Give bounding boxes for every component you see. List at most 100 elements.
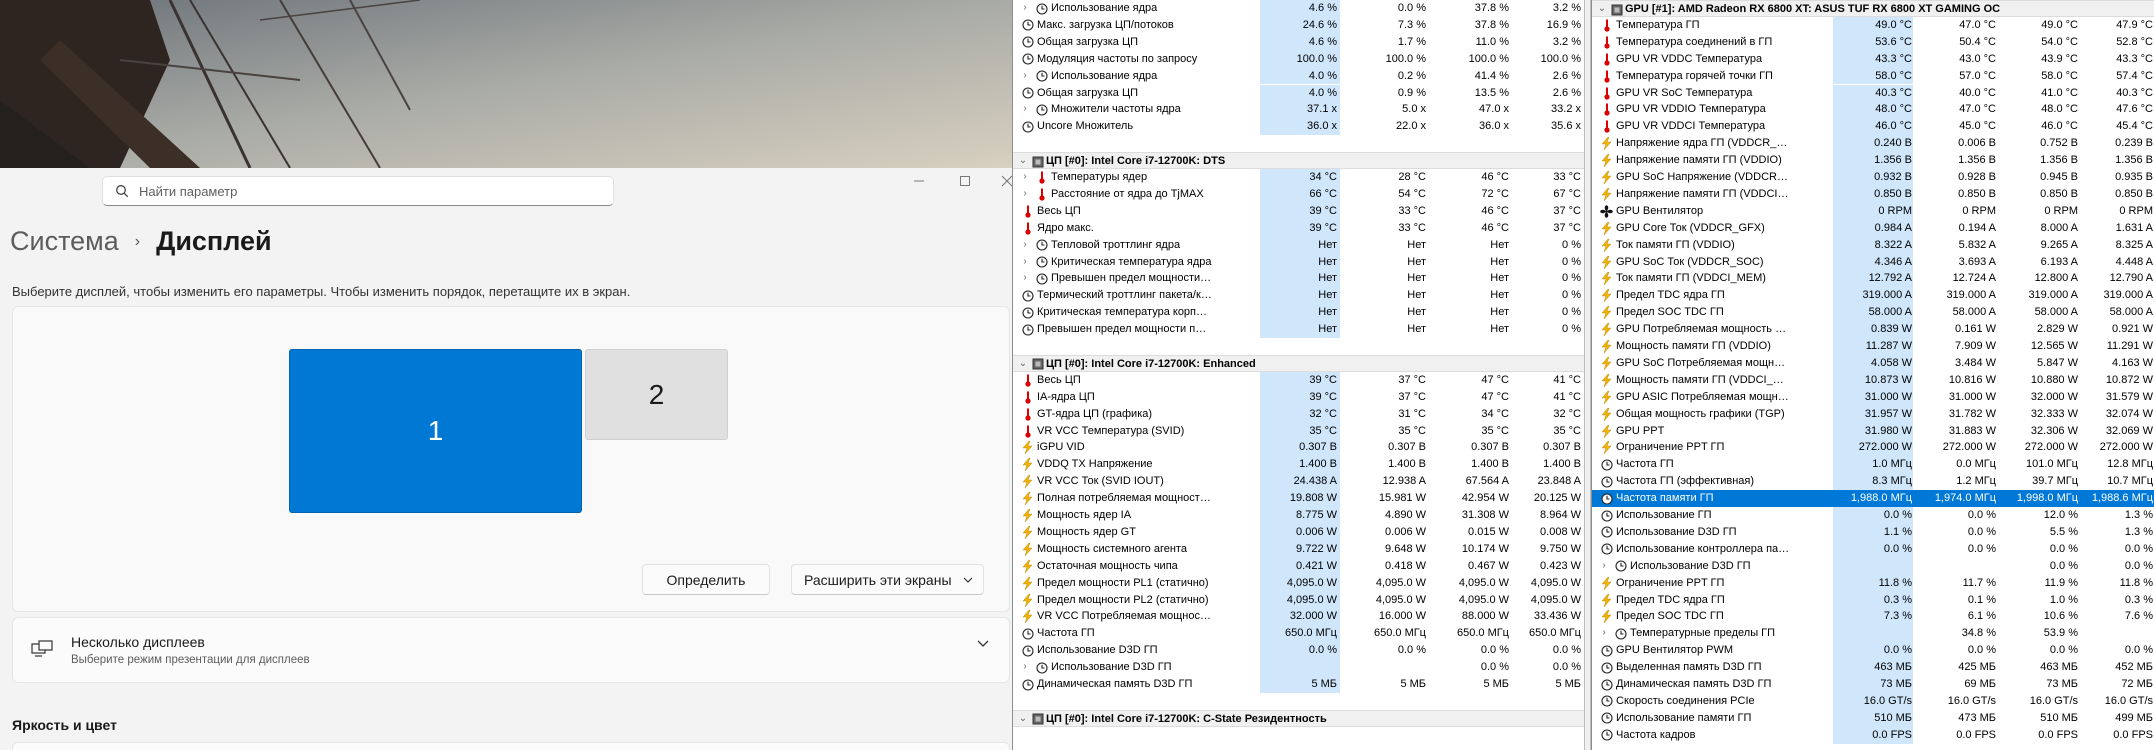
sensor-row[interactable]: GPU SoC Ток (VDDCR_SOC) 4.346 A 3.693 A 6.1… bbox=[1592, 253, 2154, 271]
sensor-row[interactable]: Частота ГП 650.0 МГц 650.0 МГц 650.0 МГц 650… bbox=[1013, 625, 1584, 643]
sensor-row[interactable]: Использование контроллера памят... 0.0 % 0… bbox=[1592, 540, 2154, 558]
sensor-row[interactable]: Частота ГП 1.0 МГц 0.0 МГц 101.0 МГц 12.8 МГ… bbox=[1592, 456, 2154, 474]
expand-chevron-icon[interactable]: › bbox=[1019, 187, 1031, 201]
sensor-row[interactable]: Мощность ядер GT 0.006 W 0.006 W 0.015 W 0.0… bbox=[1013, 523, 1584, 541]
pane-splitter[interactable] bbox=[1584, 0, 1591, 750]
sensor-row[interactable]: GPU Core Ток (VDDCR_GFX) 0.984 A 0.194 A 8.… bbox=[1592, 219, 2154, 237]
sensor-row[interactable]: Мощность памяти ГП (VDDIO) 11.287 W 7.909 … bbox=[1592, 338, 2154, 355]
sensor-row[interactable]: Предел SOC TDC ГП 7.3 % 6.1 % 10.6 % 7.6 % bbox=[1592, 608, 2154, 626]
sensor-row[interactable]: Общая загрузка ЦП 4.0 % 0.9 % 13.5 % 2.6 % bbox=[1013, 84, 1584, 102]
sensor-row[interactable]: VR VCC Потребляемая мощность (SVI... 32.0… bbox=[1013, 608, 1584, 626]
sensor-row[interactable]: Uncore Множитель 36.0 x 22.0 x 36.0 x 35.6 x bbox=[1013, 118, 1584, 136]
sensor-row[interactable]: Динамическая память D3D ГП 5 МБ 5 МБ 5 МБ 5 … bbox=[1013, 676, 1584, 693]
sensor-row[interactable]: IA-ядра ЦП 39 °C 37 °C 47 °C 41 °C bbox=[1013, 388, 1584, 406]
sensor-group-header[interactable]: ⌄ ЦП [#0]: Intel Core i7-12700K: C-State … bbox=[1013, 709, 1584, 727]
sensor-row[interactable]: Температура горячей точки ГП 58.0 °C 57.0 … bbox=[1592, 67, 2154, 85]
sensor-row[interactable]: › Использование ядра 4.0 % 0.2 % 41.4 % 2.6 % bbox=[1013, 67, 1584, 85]
collapse-chevron-icon[interactable]: ⌄ bbox=[1596, 2, 1608, 16]
sensor-row[interactable]: › Множители частоты ядра 37.1 x 5.0 x 47.0 x… bbox=[1013, 101, 1584, 119]
sensor-row[interactable]: Напряжение ядра ГП (VDDCR_GFX) 0.240 В 0.0… bbox=[1592, 135, 2154, 153]
collapse-chevron-icon[interactable]: ⌄ bbox=[1017, 154, 1029, 168]
sensor-row[interactable]: VR VCC Температура (SVID) 35 °C 35 °C 35 °C… bbox=[1013, 422, 1584, 440]
collapse-chevron-icon[interactable]: ⌄ bbox=[1017, 712, 1029, 726]
sensor-row[interactable]: VR VCC Ток (SVID IOUT) 24.438 A 12.938 A 67… bbox=[1013, 473, 1584, 491]
sensor-row[interactable]: Остаточная мощность чипа 0.421 W 0.418 W 0.… bbox=[1013, 557, 1584, 575]
sensor-row[interactable]: GPU VR SoC Температура 40.3 °C 40.0 °C 41.0… bbox=[1592, 84, 2154, 102]
sensor-row[interactable]: Весь ЦП 39 °C 37 °C 47 °C 41 °C bbox=[1013, 371, 1584, 389]
sensor-row[interactable]: Использование D3D ГП 0.0 % 0.0 % 0.0 % 0.0 % bbox=[1013, 642, 1584, 660]
sensor-row[interactable]: Модуляция частоты по запросу 100.0 % 100.0… bbox=[1013, 50, 1584, 68]
sensor-row[interactable]: iGPU VID 0.307 В 0.307 В 0.307 В 0.307 В bbox=[1013, 439, 1584, 457]
expand-chevron-icon[interactable]: › bbox=[1019, 102, 1031, 116]
search-input[interactable]: Найти параметр bbox=[102, 176, 614, 206]
sensor-row[interactable]: Общая мощность графики (TGP) 31.957 W 31.7… bbox=[1592, 405, 2154, 423]
sensor-group-header[interactable]: ⌄ ЦП [#0]: Intel Core i7-12700K: Enhanced bbox=[1013, 354, 1584, 372]
sensor-row[interactable]: Предел SOC TDC ГП 58.000 A 58.000 A 58.000 … bbox=[1592, 304, 2154, 322]
sensor-row[interactable]: Весь ЦП 39 °C 33 °C 46 °C 37 °C bbox=[1013, 202, 1584, 220]
brightness-card[interactable] bbox=[12, 742, 1010, 750]
close-icon[interactable] bbox=[1000, 174, 1012, 192]
sensor-row[interactable]: Ядро макс. 39 °C 33 °C 46 °C 37 °C bbox=[1013, 219, 1584, 237]
sensor-row[interactable]: Напряжение памяти ГП (VDDIO) 1.356 В 1.356… bbox=[1592, 152, 2154, 169]
maximize-icon[interactable] bbox=[956, 174, 974, 192]
sensor-row[interactable]: Предел TDC ядра ГП 319.000 A 319.000 A 319.… bbox=[1592, 287, 2154, 305]
sensor-row[interactable]: Предел мощности PL2 (статично) 4,095.0 W 4… bbox=[1013, 591, 1584, 609]
sensor-row[interactable]: Использование памяти ГП 510 МБ 473 МБ 510 М… bbox=[1592, 709, 2154, 727]
sensor-row[interactable]: › Использование ядра 4.6 % 0.0 % 37.8 % 3.2 % bbox=[1013, 0, 1584, 17]
sensor-row[interactable]: › Температурные пределы ГП 34.8 % 53.9 % bbox=[1592, 625, 2154, 643]
sensor-row[interactable]: Мощность памяти ГП (VDDCI_MEM) 10.873 W 10… bbox=[1592, 371, 2154, 389]
sensor-row[interactable]: GPU VR VDDCI Температура 46.0 °C 45.0 °C 46… bbox=[1592, 118, 2154, 136]
sensor-row[interactable]: Ограничение PPT ГП 272.000 W 272.000 W 272.… bbox=[1592, 439, 2154, 457]
expand-chevron-icon[interactable]: › bbox=[1019, 170, 1031, 184]
sensor-row[interactable]: Частота ГП (эффективная) 8.3 МГц 1.2 МГц 39… bbox=[1592, 473, 2154, 491]
sensor-row[interactable]: › Использование D3D ГП 0.0 % 0.0 % bbox=[1592, 557, 2154, 575]
sensor-row[interactable]: GT-ядра ЦП (графика) 32 °C 31 °C 34 °C 32 °C bbox=[1013, 405, 1584, 423]
identify-button[interactable]: Определить bbox=[642, 564, 770, 595]
sensor-row[interactable]: GPU SoC Напряжение (VDDCR_SOC) 0.932 В 0.9… bbox=[1592, 169, 2154, 186]
sensor-row[interactable]: GPU Вентилятор 0 RPM 0 RPM 0 RPM 0 RPM bbox=[1592, 202, 2154, 220]
sensor-row[interactable]: › Превышен предел мощности ядра Нет Нет Нет 0… bbox=[1013, 270, 1584, 288]
sensor-row[interactable]: Мощность системного агента 9.722 W 9.648 W… bbox=[1013, 540, 1584, 558]
sensor-row[interactable]: Ограничение PPT ГП 11.8 % 11.7 % 11.9 % 11.8… bbox=[1592, 574, 2154, 592]
sensor-row[interactable]: › Расстояние от ядра до TjMAX 66 °C 54 °C 72… bbox=[1013, 185, 1584, 203]
sensor-row[interactable]: › Использование D3D ГП 0.0 % 0.0 % bbox=[1013, 659, 1584, 677]
sensor-row[interactable]: › Критическая температура ядра Нет Нет Нет 0 … bbox=[1013, 253, 1584, 271]
expand-chevron-icon[interactable]: › bbox=[1598, 626, 1610, 640]
sensor-row[interactable]: GPU PPT 31.980 W 31.883 W 32.306 W 32.069 W bbox=[1592, 422, 2154, 440]
sensor-row[interactable]: Использование ГП 0.0 % 0.0 % 12.0 % 1.3 % bbox=[1592, 507, 2154, 524]
sensor-row[interactable]: GPU SoC Потребляемая мощность (... 4.058 … bbox=[1592, 354, 2154, 372]
sensor-row[interactable]: Частота кадров 0.0 FPS 0.0 FPS 0.0 FPS 0.0 F… bbox=[1592, 726, 2154, 744]
expand-chevron-icon[interactable]: › bbox=[1019, 1, 1031, 15]
sensor-row[interactable]: Температура ГП 49.0 °C 47.0 °C 49.0 °C 47.9 … bbox=[1592, 16, 2154, 34]
sensor-row[interactable]: › Температуры ядер 34 °C 28 °C 46 °C 33 °C bbox=[1013, 169, 1584, 186]
sensor-row[interactable]: Макс. загрузка ЦП/потоков 24.6 % 7.3 % 37.8… bbox=[1013, 16, 1584, 34]
sensor-row[interactable]: Предел TDC ядра ГП 0.3 % 0.1 % 1.0 % 0.3 % bbox=[1592, 591, 2154, 609]
sensor-group-header[interactable]: ⌄ ЦП [#0]: Intel Core i7-12700K: DTS bbox=[1013, 152, 1584, 169]
sensor-row[interactable]: Общая загрузка ЦП 4.6 % 1.7 % 11.0 % 3.2 % bbox=[1013, 33, 1584, 51]
breadcrumb-parent[interactable]: Система bbox=[10, 226, 119, 257]
extend-displays-dropdown[interactable]: Расширить эти экраны bbox=[791, 564, 984, 595]
expand-chevron-icon[interactable]: › bbox=[1019, 238, 1031, 252]
sensor-row[interactable]: Полная потребляемая мощность ЦП 19.808 W 1… bbox=[1013, 490, 1584, 508]
multiple-displays-card[interactable]: Несколько дисплеев Выберите режим презен… bbox=[12, 617, 1010, 683]
expand-chevron-icon[interactable]: › bbox=[1019, 271, 1031, 285]
sensor-row[interactable]: GPU Вентилятор PWM 0.0 % 0.0 % 0.0 % 0.0 % bbox=[1592, 642, 2154, 660]
sensor-row[interactable]: Частота памяти ГП 1,988.0 МГц 1,974.0 МГц 1… bbox=[1592, 490, 2154, 508]
sensor-row[interactable]: Мощность ядер IA 8.775 W 4.890 W 31.308 W 8.… bbox=[1013, 507, 1584, 524]
sensor-row[interactable]: Критическая температура корпуса/к... Нет Н… bbox=[1013, 304, 1584, 322]
expand-chevron-icon[interactable]: › bbox=[1598, 559, 1610, 573]
sensor-row[interactable]: Динамическая память D3D ГП 73 МБ 69 МБ 73 М… bbox=[1592, 676, 2154, 693]
sensor-row[interactable]: Скорость соединения PCIe 16.0 GT/s 16.0 GT… bbox=[1592, 692, 2154, 710]
sensor-row[interactable]: GPU VR VDDIO Температура 48.0 °C 47.0 °C 48… bbox=[1592, 101, 2154, 119]
expand-chevron-icon[interactable]: › bbox=[1019, 255, 1031, 269]
sensor-row[interactable]: Выделенная память D3D ГП 463 МБ 425 МБ 463 … bbox=[1592, 659, 2154, 677]
chevron-down-icon[interactable] bbox=[977, 640, 989, 648]
expand-chevron-icon[interactable]: › bbox=[1019, 69, 1031, 83]
collapse-chevron-icon[interactable]: ⌄ bbox=[1017, 357, 1029, 371]
sensor-row[interactable]: GPU Потребляемая мощность ядра ... 0.839 … bbox=[1592, 321, 2154, 338]
monitor-2-tile[interactable]: 2 bbox=[585, 349, 728, 440]
sensor-row[interactable]: › Тепловой троттлинг ядра Нет Нет Нет 0 % bbox=[1013, 236, 1584, 254]
sensor-row[interactable]: Температура соединений в ГП 53.6 °C 50.4 °… bbox=[1592, 33, 2154, 51]
gpu-group-header[interactable]: ⌄ GPU [#1]: AMD Radeon RX 6800 XT: ASUS T… bbox=[1592, 0, 2154, 17]
sensor-row[interactable]: Использование D3D ГП 1.1 % 0.0 % 5.5 % 1.3 % bbox=[1592, 523, 2154, 541]
